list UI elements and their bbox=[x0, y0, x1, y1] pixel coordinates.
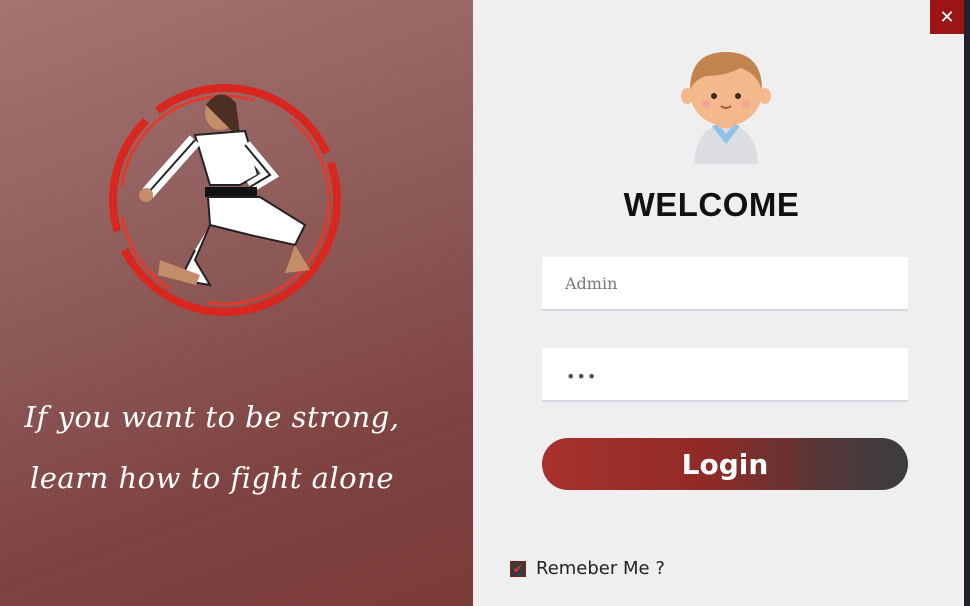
karate-logo-icon bbox=[109, 84, 341, 316]
password-field[interactable]: ••• bbox=[542, 348, 908, 402]
remember-me-label: Remeber Me ? bbox=[536, 558, 665, 579]
username-input[interactable] bbox=[542, 257, 908, 309]
quote-line-1: If you want to be strong, bbox=[24, 400, 400, 434]
avatar-icon bbox=[681, 52, 771, 164]
username-field[interactable] bbox=[542, 257, 908, 311]
close-icon: ✕ bbox=[939, 6, 955, 27]
left-panel: If you want to be strong, learn how to f… bbox=[0, 0, 473, 606]
remember-me[interactable]: ✔ Remeber Me ? bbox=[510, 558, 665, 579]
login-button[interactable]: Login bbox=[542, 438, 908, 490]
close-button[interactable]: ✕ bbox=[930, 0, 964, 34]
login-label: Login bbox=[681, 447, 769, 481]
password-dots: ••• bbox=[566, 367, 598, 386]
window-edge bbox=[964, 0, 970, 606]
quote-line-2: learn how to fight alone bbox=[30, 461, 394, 495]
checkbox-icon[interactable]: ✔ bbox=[510, 560, 526, 577]
welcome-title: WELCOME bbox=[623, 186, 800, 223]
